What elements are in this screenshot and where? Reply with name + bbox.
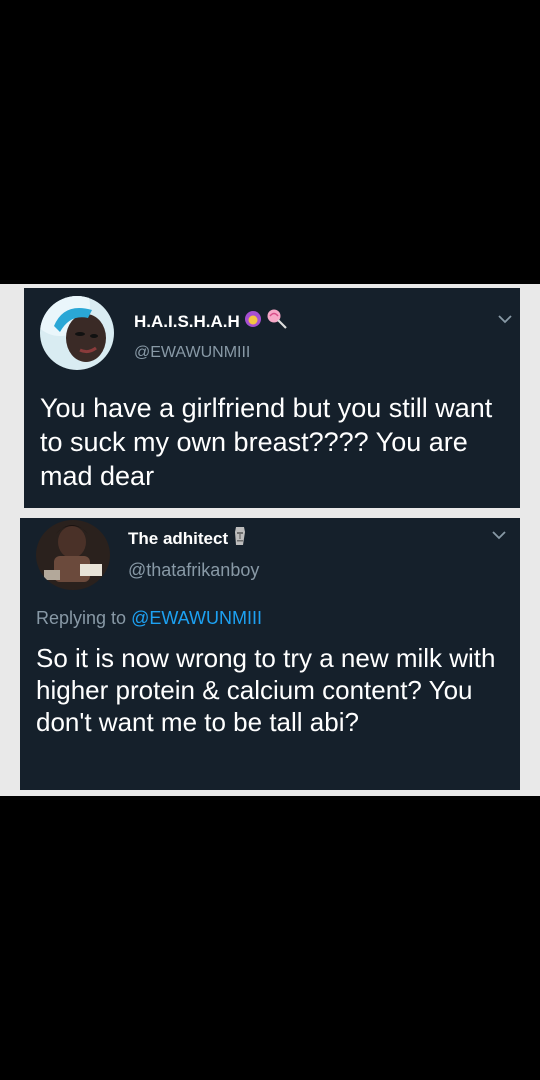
reply-context: Replying to @EWAWUNMIII bbox=[36, 608, 262, 629]
tweet-text: So it is now wrong to try a new milk wit… bbox=[36, 643, 496, 738]
avatar[interactable] bbox=[36, 520, 110, 590]
chevron-down-icon[interactable] bbox=[492, 530, 506, 540]
tweet-card[interactable]: H.A.I.S.H.A.H @EWAWUNMIII You have a gir… bbox=[24, 288, 520, 508]
tweet-text: You have a girlfriend but you still want… bbox=[40, 393, 493, 491]
chevron-down-icon[interactable] bbox=[498, 314, 512, 324]
display-name-text: The adhitect bbox=[128, 528, 229, 548]
tweet-card[interactable]: The adhitect @thatafrikanboy Replying to… bbox=[20, 518, 520, 790]
user-handle[interactable]: @EWAWUNMIII bbox=[134, 344, 250, 362]
lollipop-icon bbox=[266, 308, 288, 335]
moai-icon bbox=[232, 526, 248, 551]
reply-prefix: Replying to bbox=[36, 608, 132, 628]
user-handle[interactable]: @thatafrikanboy bbox=[128, 560, 259, 581]
person-with-headscarf-icon bbox=[244, 310, 262, 333]
reply-mention-link[interactable]: @EWAWUNMIII bbox=[131, 608, 262, 628]
display-name[interactable]: H.A.I.S.H.A.H bbox=[134, 308, 288, 335]
avatar[interactable] bbox=[40, 296, 114, 370]
display-name[interactable]: The adhitect bbox=[128, 526, 248, 551]
display-name-text: H.A.I.S.H.A.H bbox=[134, 311, 240, 331]
